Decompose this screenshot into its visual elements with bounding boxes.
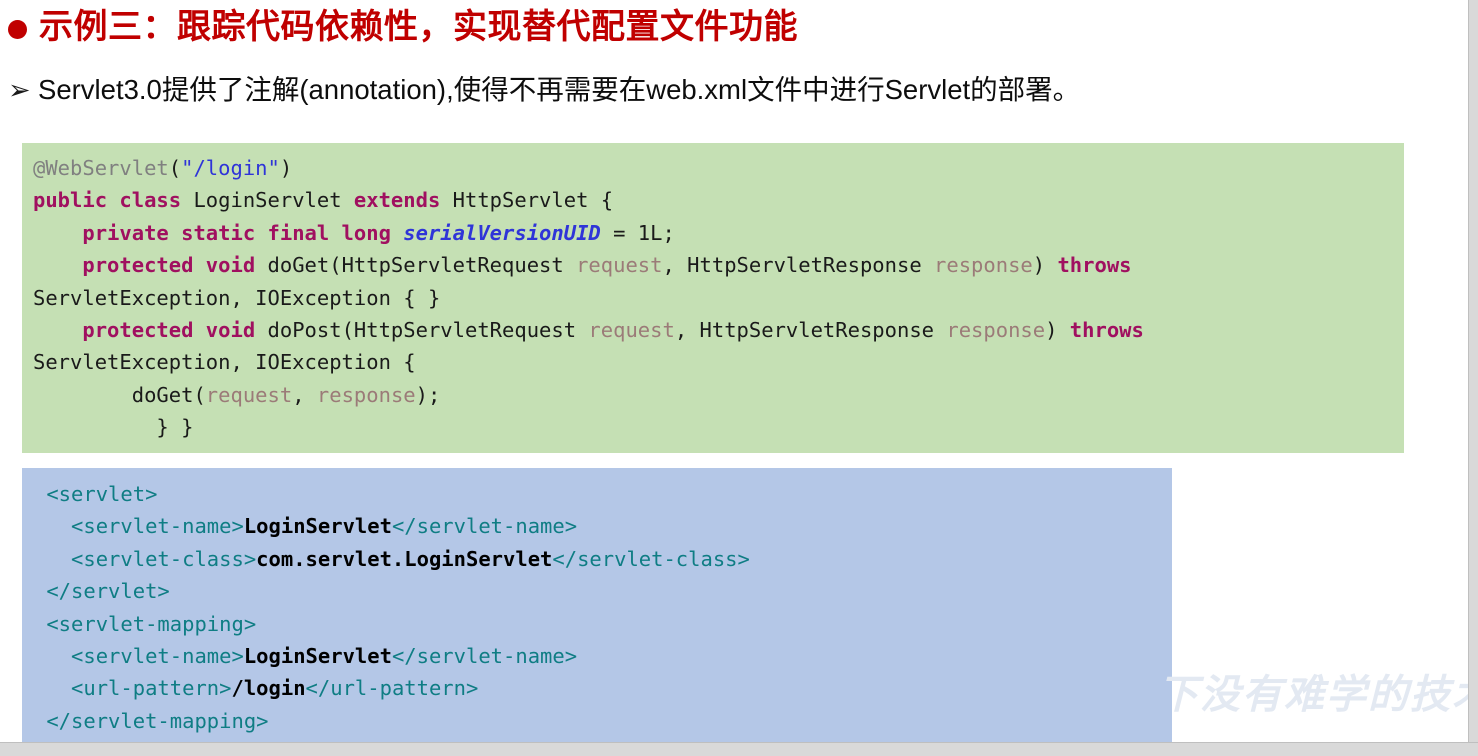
java-code-token: ); <box>415 382 441 407</box>
xml-code-line: <servlet-name>LoginServlet</servlet-name… <box>34 640 1172 672</box>
java-code-token: , <box>292 382 317 407</box>
java-code-token: ( <box>168 156 182 180</box>
xml-code-token: <servlet-mapping> <box>34 611 257 636</box>
java-code-line: private static final long serialVersionU… <box>33 217 1404 249</box>
java-code-token <box>33 253 82 277</box>
java-code-token: public class <box>33 188 194 213</box>
xml-code-line: <url-pattern>/login</url-pattern> <box>34 672 1172 704</box>
java-code-line: ServletException, IOException { } <box>33 282 1404 314</box>
java-code-line: protected void doPost(HttpServletRequest… <box>33 314 1404 346</box>
xml-code-token: </servlet-class> <box>552 546 750 571</box>
java-code-token: request <box>205 382 293 407</box>
xml-code-token: <url-pattern> <box>34 676 232 701</box>
xml-code-line: <servlet-class>com.servlet.LoginServlet<… <box>34 543 1172 575</box>
arrow-bullet-icon: ➢ <box>8 75 31 106</box>
java-code-token: throws <box>1057 253 1132 278</box>
xml-code-token: <servlet-name> <box>34 644 244 669</box>
java-code-token: , HttpServletResponse <box>662 253 935 278</box>
java-code-token: doGet(HttpServletRequest <box>267 253 577 278</box>
xml-code-token: /login <box>231 676 306 701</box>
java-code-token: throws <box>1069 318 1144 343</box>
xml-code-block: <servlet> <servlet-name>LoginServlet</se… <box>22 468 1172 742</box>
java-code-token <box>33 221 82 245</box>
java-code-token: extends <box>353 188 453 213</box>
slide-canvas: 示例三：跟踪代码依赖性，实现替代配置文件功能 ➢ Servlet3.0提供了注解… <box>0 0 1478 756</box>
java-code-line: @WebServlet("/login") <box>33 152 1404 184</box>
java-code-token: ) <box>279 156 293 180</box>
watermark-text: 下没有难学的技术 <box>1158 672 1478 717</box>
xml-code-line: <servlet> <box>34 478 1172 510</box>
java-code-token: doGet( <box>33 382 206 407</box>
java-code-token: ) <box>1045 318 1070 343</box>
xml-code-token: LoginServlet <box>243 644 392 669</box>
java-code-line: doGet(request, response); <box>33 379 1404 411</box>
red-circle-bullet-icon <box>8 19 27 39</box>
bottom-edge-border <box>0 742 1478 756</box>
java-code-token: request <box>576 253 663 278</box>
java-code-line: protected void doGet(HttpServletRequest … <box>33 249 1404 281</box>
xml-code-token: com.servlet.LoginServlet <box>256 546 553 571</box>
java-code-token: response <box>934 253 1033 278</box>
subtitle-line: ➢ Servlet3.0提供了注解(annotation),使得不再需要在web… <box>8 70 1468 111</box>
java-code-token: , HttpServletResponse <box>674 318 947 343</box>
java-code-token: LoginServlet <box>193 188 354 213</box>
java-code-token <box>33 318 82 342</box>
java-code-token: "/login" <box>181 156 280 180</box>
java-code-token: serialVersionUID <box>403 220 601 245</box>
xml-code-line: </servlet-mapping> <box>34 705 1172 737</box>
xml-code-token: </servlet-name> <box>391 644 578 669</box>
java-code-token: HttpServlet { <box>452 188 614 213</box>
java-code-line: public class LoginServlet extends HttpSe… <box>33 184 1404 216</box>
java-code-token: ) <box>1032 253 1058 278</box>
xml-code-line: <servlet-name>LoginServlet</servlet-name… <box>34 510 1172 542</box>
java-code-token: @WebServlet <box>33 156 169 180</box>
java-code-token: = 1L; <box>600 220 675 245</box>
xml-code-token: <servlet-class> <box>34 546 257 571</box>
java-code-token: protected void <box>82 253 268 278</box>
xml-code-token: <servlet> <box>34 482 158 506</box>
java-code-token: request <box>588 318 675 343</box>
xml-code-token: </servlet-name> <box>391 514 578 539</box>
subtitle-text: Servlet3.0提供了注解(annotation),使得不再需要在web.x… <box>38 74 1081 105</box>
java-code-line: ServletException, IOException { <box>33 346 1404 378</box>
xml-code-token: <servlet-name> <box>34 514 244 539</box>
java-code-token: response <box>316 382 416 407</box>
page-title: 示例三：跟踪代码依赖性，实现替代配置文件功能 <box>8 8 1428 48</box>
xml-code-token: </servlet> <box>34 579 170 604</box>
java-code-token: response <box>946 318 1046 343</box>
page-title-text: 示例三：跟踪代码依赖性，实现替代配置文件功能 <box>39 9 798 46</box>
xml-code-token: </url-pattern> <box>305 676 479 701</box>
java-code-line: } } <box>33 411 1404 443</box>
xml-code-line: <servlet-mapping> <box>34 608 1172 640</box>
java-code-token: } } <box>33 415 194 440</box>
java-code-token: protected void <box>82 318 268 343</box>
xml-code-line: </servlet> <box>34 575 1172 607</box>
java-code-token: doPost(HttpServletRequest <box>267 318 589 343</box>
java-code-token: ServletException, IOException { } <box>33 285 441 310</box>
right-edge-border <box>1468 0 1478 756</box>
java-code-block: @WebServlet("/login") public class LoginS… <box>22 143 1404 453</box>
xml-code-token: </servlet-mapping> <box>34 708 269 733</box>
xml-code-token: LoginServlet <box>243 514 392 539</box>
java-code-token: ServletException, IOException { <box>33 350 416 375</box>
java-code-token: private static final long <box>82 220 404 245</box>
